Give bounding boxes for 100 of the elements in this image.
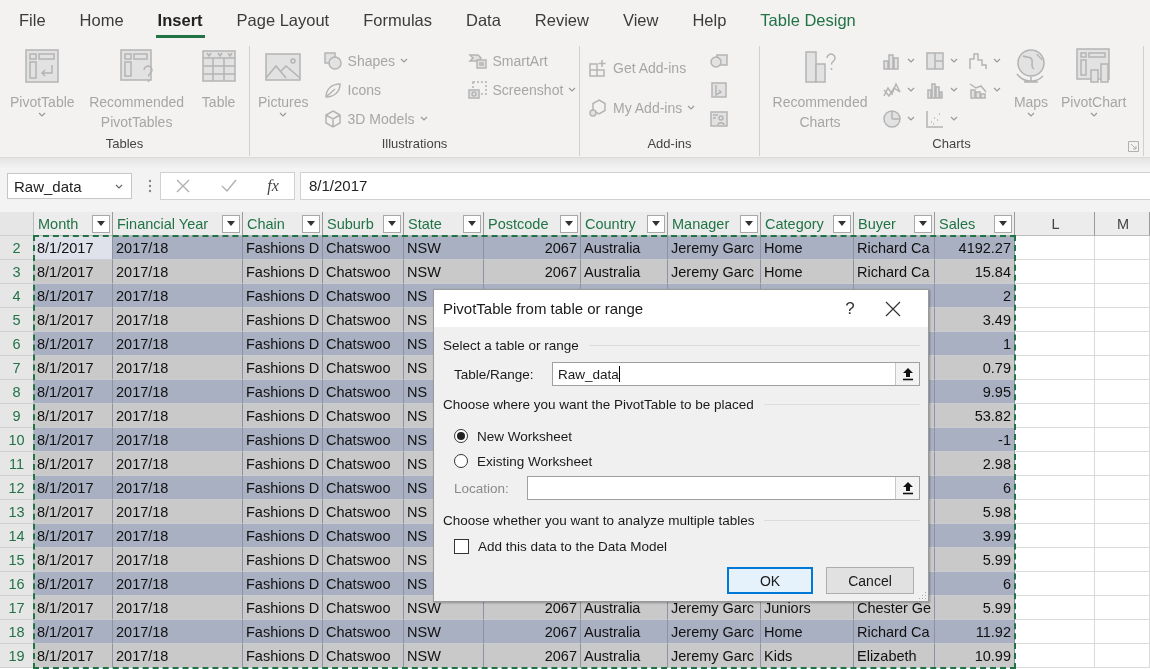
column-header[interactable]: Category [761,212,854,236]
ribbon-tab[interactable]: Help [690,0,729,38]
column-header[interactable]: State [404,212,484,236]
input-field[interactable]: Raw_data [552,362,920,386]
row-number[interactable]: 8 [0,380,34,404]
row-number[interactable]: 11 [0,452,34,476]
table-cell: Chatswoo [323,236,404,260]
table-cell: 2017/18 [113,260,243,284]
table-cell: Fashions D [243,428,323,452]
group-label: Add-ins [647,136,692,151]
table-cell: 2067 [484,260,581,284]
ribbon-tab[interactable]: Review [532,0,591,38]
table-cell: NSW [404,260,484,284]
table-cell: Chatswoo [323,356,404,380]
row-number[interactable]: 7 [0,356,34,380]
ribbon-tab[interactable]: Page Layout [234,0,332,38]
table-cell: 3.99 [935,524,1015,548]
table-cell: -1 [935,428,1015,452]
table-cell: 3.49 [935,308,1015,332]
table-cell: Chatswoo [323,380,404,404]
table-cell: Elizabeth [854,644,935,668]
column-label: Month [38,214,79,234]
ribbon-tab[interactable]: Data [464,0,503,38]
table-cell: 8/1/2017 [34,260,113,284]
table-cell: 2017/18 [113,548,243,572]
table-cell: 2067 [484,236,581,260]
table-cell: Jeremy Garc [668,644,761,668]
row-number[interactable]: 19 [0,644,34,668]
table-cell: 8/1/2017 [34,284,113,308]
column-header[interactable]: Financial Year [113,212,243,236]
table-cell: 2017/18 [113,356,243,380]
table-cell: 2017/18 [113,524,243,548]
column-label: Category [765,214,824,234]
table-cell: 2017/18 [113,452,243,476]
row-number[interactable]: 15 [0,548,34,572]
row-number[interactable]: 9 [0,404,34,428]
column-header[interactable]: Sales [935,212,1015,236]
table-cell: 2017/18 [113,236,243,260]
row-number[interactable]: 4 [0,284,34,308]
column-label: Sales [939,214,976,234]
ribbon-tab[interactable]: View [620,0,661,38]
column-header[interactable]: Buyer [854,212,935,236]
ribbon-tab[interactable]: Home [77,0,126,38]
row-number[interactable]: 6 [0,332,34,356]
row-number[interactable]: 16 [0,572,34,596]
table-cell: Fashions D [243,596,323,620]
insert-function-button[interactable]: fx [267,177,279,195]
row-number[interactable]: 10 [0,428,34,452]
table-cell: 8/1/2017 [34,356,113,380]
ok-button[interactable]: OK [727,567,813,594]
table-cell: Home [761,620,854,644]
column-header[interactable]: Suburb [323,212,404,236]
table-cell: 8/1/2017 [34,476,113,500]
help-button[interactable]: ? [830,293,870,324]
row-number[interactable]: 17 [0,596,34,620]
row-number[interactable]: 12 [0,476,34,500]
name-box[interactable]: Raw_data [7,173,132,199]
column-label: Chain [247,214,285,234]
table-cell: Fashions D [243,644,323,668]
cancel-button[interactable]: Cancel [826,567,914,594]
table-cell: 15.84 [935,260,1015,284]
table-cell: 2017/18 [113,308,243,332]
column-header[interactable]: Country [581,212,668,236]
table-cell: 2017/18 [113,332,243,356]
column-header[interactable]: Month [34,212,113,236]
table-cell: 8/1/2017 [34,548,113,572]
column-header[interactable]: Manager [668,212,761,236]
table-cell: Chatswoo [323,260,404,284]
column-header[interactable]: L [1015,212,1095,236]
table-cell: Chatswoo [323,524,404,548]
column-header[interactable]: M [1095,212,1150,236]
table-cell: 2017/18 [113,500,243,524]
row-number[interactable]: 5 [0,308,34,332]
row-number[interactable]: 3 [0,260,34,284]
table-cell: 2017/18 [113,380,243,404]
table-cell: NSW [404,644,484,668]
row-number[interactable]: 13 [0,500,34,524]
row-number[interactable]: 14 [0,524,34,548]
row-number[interactable]: 2 [0,236,34,260]
group-label: Illustrations [381,136,448,151]
table-cell: 5.99 [935,596,1015,620]
table-cell: NSW [404,236,484,260]
ribbon-tab[interactable]: Table Design [758,0,858,38]
table-cell: Chatswoo [323,620,404,644]
table-cell: 8/1/2017 [34,500,113,524]
ribbon-tab[interactable]: Formulas [361,0,434,38]
table-cell: Fashions D [243,308,323,332]
formula-field[interactable]: 8/1/2017 [300,172,1150,200]
column-header[interactable]: Chain [243,212,323,236]
table-cell: 8/1/2017 [34,308,113,332]
ribbon-tab[interactable]: File [17,0,48,38]
column-label: Suburb [327,214,374,234]
table-cell: 0.79 [935,356,1015,380]
group-label: Charts [932,136,971,151]
table-cell: 6 [935,572,1015,596]
row-number[interactable]: 18 [0,620,34,644]
table-cell: 2017/18 [113,572,243,596]
table-cell: 10.99 [935,644,1015,668]
name-box-value: Raw_data [14,177,82,195]
column-header[interactable]: Postcode [484,212,581,236]
